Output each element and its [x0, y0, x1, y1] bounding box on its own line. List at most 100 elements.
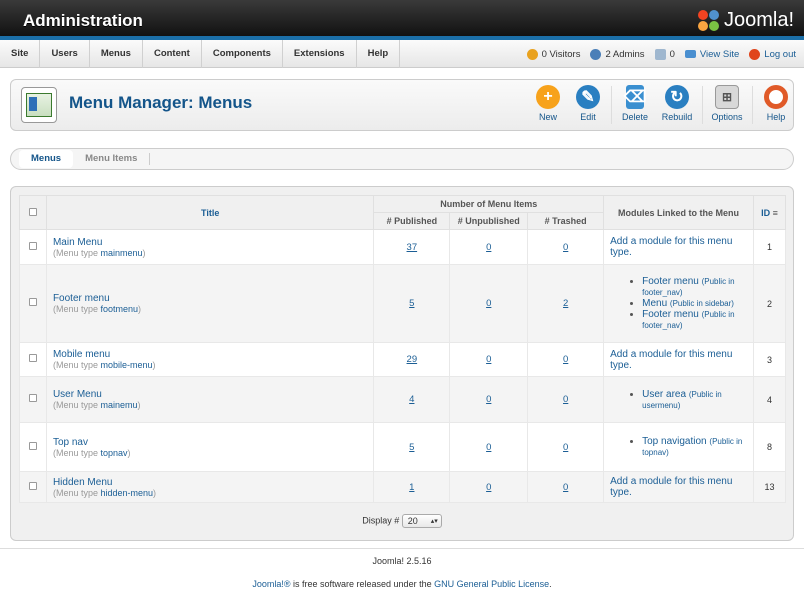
linked-module[interactable]: User area (Public in usermenu)	[642, 389, 753, 411]
add-module-link[interactable]: Add a module for this menu type.	[610, 236, 732, 258]
unpublished-count[interactable]: 0	[486, 242, 491, 253]
row-checkbox[interactable]	[28, 481, 37, 490]
menu-extensions[interactable]: Extensions	[283, 39, 357, 68]
messages-status[interactable]: 0	[654, 48, 675, 60]
gpl-link[interactable]: GNU General Public License	[434, 579, 549, 589]
published-count[interactable]: 29	[407, 354, 418, 365]
row-checkbox[interactable]	[28, 441, 37, 450]
help-button[interactable]: Help	[754, 85, 798, 122]
menu-id: 13	[752, 471, 787, 503]
footer-divider	[0, 548, 804, 549]
trashed-count[interactable]: 2	[563, 298, 568, 309]
unpublished-count[interactable]: 0	[486, 394, 491, 405]
menu-id: 3	[752, 342, 787, 377]
display-limit-select[interactable]: 20 ▴▾	[401, 514, 442, 528]
id-header[interactable]: ID ≡	[752, 195, 787, 230]
view-site-link[interactable]: View Site	[684, 49, 739, 60]
published-count[interactable]: 1	[409, 482, 414, 493]
linked-module[interactable]: Menu (Public in sidebar)	[642, 298, 753, 309]
menu-title-link[interactable]: User Menu	[53, 389, 373, 400]
linked-module[interactable]: Top navigation (Public in topnav)	[642, 436, 753, 458]
menu-title-link[interactable]: Main Menu	[53, 237, 373, 248]
unpublished-count[interactable]: 0	[486, 354, 491, 365]
visitors-icon	[526, 48, 538, 60]
tab-menu-items[interactable]: Menu Items	[73, 153, 151, 165]
published-count[interactable]: 5	[409, 442, 414, 453]
menu-help[interactable]: Help	[357, 39, 401, 68]
menu-content[interactable]: Content	[143, 39, 202, 68]
sort-icon: ≡	[772, 207, 778, 218]
table-row: Footer menu(Menu type footmenu) 5 0 2 Fo…	[19, 264, 787, 343]
published-count[interactable]: 5	[409, 298, 414, 309]
menus-panel: Title Number of Menu Items Modules Linke…	[10, 186, 794, 541]
add-module-link[interactable]: Add a module for this menu type.	[610, 349, 732, 371]
row-checkbox[interactable]	[28, 298, 37, 306]
linked-module[interactable]: Footer menu (Public in footer_nav)	[642, 276, 753, 298]
unpublished-count[interactable]: 0	[486, 442, 491, 453]
edit-button[interactable]: ✎ Edit	[566, 85, 610, 122]
table-row: User Menu(Menu type mainemu) 4 0 0 User …	[19, 376, 787, 423]
select-all-cell	[19, 195, 47, 230]
trashed-count[interactable]: 0	[563, 394, 568, 405]
menu-type-note: (Menu type mainemu)	[52, 400, 141, 410]
view-site-icon	[684, 50, 696, 58]
options-button[interactable]: ⊞ Options	[705, 85, 749, 122]
trashed-count[interactable]: 0	[563, 242, 568, 253]
admins-icon	[590, 48, 602, 60]
joomla-logo[interactable]: Joomla!	[697, 9, 794, 32]
admin-title: Administration	[23, 11, 143, 30]
submenu-tabs: Menus Menu Items	[10, 148, 794, 170]
joomla-link[interactable]: Joomla!®	[252, 579, 290, 589]
refresh-icon: ↻	[665, 85, 689, 109]
published-count[interactable]: 4	[409, 394, 414, 405]
title-header[interactable]: Title	[45, 195, 375, 230]
linked-modules-list: User area (Public in usermenu)	[610, 389, 753, 411]
menu-type-note: (Menu type mainmenu)	[52, 247, 146, 258]
menu-title-link[interactable]: Mobile menu	[53, 349, 373, 360]
toolbar: Menu Manager: Menus + New ✎ Edit ⌫ Delet…	[10, 79, 794, 131]
menu-id: 8	[752, 422, 787, 472]
menu-title-link[interactable]: Hidden Menu	[53, 477, 373, 488]
menu-items-count-header: Number of Menu Items	[373, 195, 605, 213]
delete-button[interactable]: ⌫ Delete	[613, 85, 657, 122]
menu-users[interactable]: Users	[40, 39, 90, 68]
select-all-checkbox[interactable]	[28, 207, 37, 216]
menu-title-link[interactable]: Top nav	[53, 437, 373, 448]
menu-type-note: (Menu type topnav)	[52, 447, 131, 458]
trashed-count[interactable]: 0	[563, 442, 568, 453]
unpublished-count[interactable]: 0	[486, 298, 491, 309]
pencil-icon: ✎	[576, 85, 600, 109]
published-count[interactable]: 37	[407, 242, 418, 253]
trashed-count[interactable]: 0	[563, 354, 568, 365]
row-checkbox[interactable]	[28, 241, 37, 250]
logout-icon	[749, 48, 761, 60]
menus-table: Title Number of Menu Items Modules Linke…	[19, 195, 787, 503]
menu-id: 4	[752, 376, 787, 423]
logout-link[interactable]: Log out	[749, 48, 796, 60]
options-icon: ⊞	[715, 85, 739, 109]
joomla-logo-icon	[697, 9, 720, 32]
plus-icon: +	[536, 85, 560, 109]
menu-title-link[interactable]: Footer menu	[53, 293, 373, 304]
unpublished-header: # Unpublished	[449, 212, 529, 230]
joomla-logo-text: Joomla!	[723, 9, 794, 31]
linked-module[interactable]: Footer menu (Public in footer_nav)	[642, 309, 753, 331]
trashed-count[interactable]: 0	[563, 482, 568, 493]
tab-menus[interactable]: Menus	[19, 150, 74, 168]
lifebuoy-icon	[764, 85, 788, 109]
modules-header: Modules Linked to the Menu	[603, 195, 754, 230]
menu-type-note: (Menu type footmenu)	[52, 304, 142, 314]
add-module-link[interactable]: Add a module for this menu type.	[610, 476, 732, 498]
menu-components[interactable]: Components	[202, 39, 283, 68]
rebuild-button[interactable]: ↻ Rebuild	[655, 85, 699, 122]
menu-manager-icon	[21, 87, 57, 123]
new-button[interactable]: + New	[526, 85, 570, 122]
unpublished-count[interactable]: 0	[486, 482, 491, 493]
version-text: Joomla! 2.5.16	[372, 556, 432, 566]
row-checkbox[interactable]	[28, 354, 37, 362]
menu-menus[interactable]: Menus	[90, 39, 143, 68]
main-menubar: Site Users Menus Content Components Exte…	[0, 39, 804, 68]
row-checkbox[interactable]	[28, 394, 37, 402]
menu-id: 2	[752, 264, 787, 343]
menu-site[interactable]: Site	[0, 39, 41, 68]
